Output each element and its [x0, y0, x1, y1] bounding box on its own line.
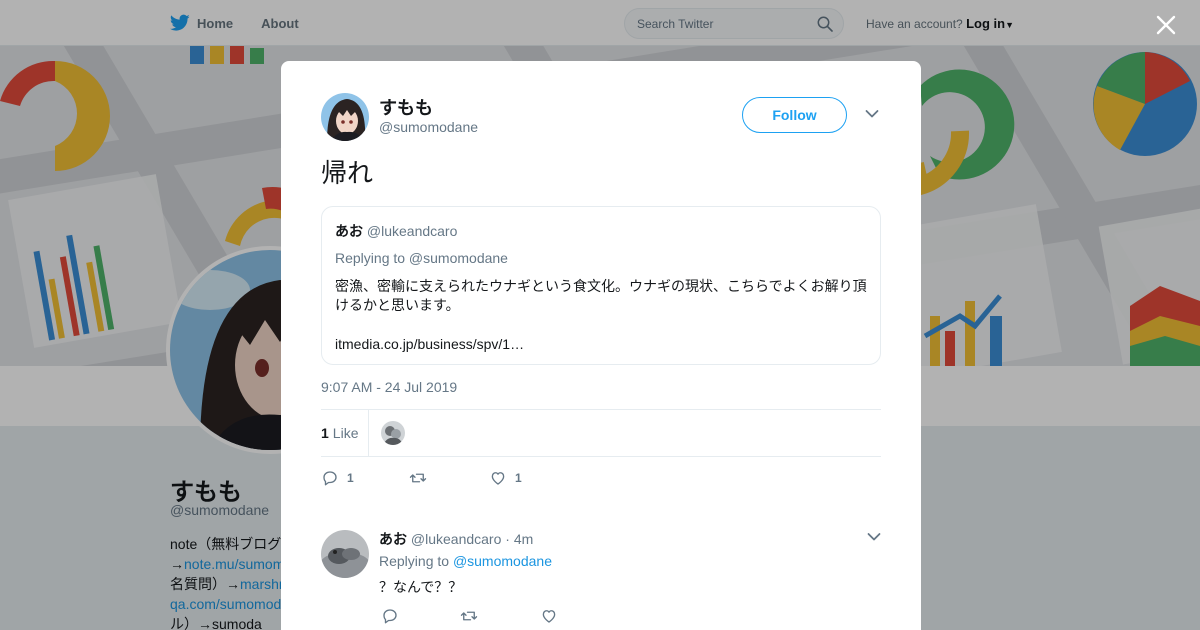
reply-count: 1 [347, 471, 354, 485]
tweet-text: 帰れ [321, 158, 374, 188]
reply-actions [381, 607, 558, 625]
reply-action[interactable]: 1 [321, 469, 409, 487]
retweet-icon [409, 473, 427, 483]
reply-text: ？なんで？？ [379, 579, 463, 595]
heart-icon[interactable] [540, 607, 558, 625]
retweet-action[interactable] [409, 469, 489, 487]
quoted-author-handle: @lukeandcaro [366, 223, 458, 239]
reply-time[interactable]: · 4m [505, 531, 533, 547]
tweet-stats: 1 Like [321, 409, 881, 457]
liker-avatar[interactable] [381, 421, 405, 445]
follow-button[interactable]: Follow [742, 97, 847, 133]
replying-prefix: Replying to [379, 553, 450, 569]
heart-icon [491, 472, 505, 485]
tweet-author-avatar[interactable] [321, 93, 369, 141]
tweet-author-handle[interactable]: @sumomodane [379, 119, 478, 135]
like-count: 1 [515, 471, 522, 485]
quoted-author-name: あお [335, 223, 363, 239]
reply-replying-to: Replying to @sumomodane [379, 553, 552, 569]
quoted-tweet[interactable]: あお @lukeandcaro Replying to @sumomodane … [321, 206, 881, 365]
likes-count[interactable]: 1 Like [321, 410, 369, 456]
tweet-author-name[interactable]: すもも [379, 94, 433, 120]
reply-author-name[interactable]: あお [379, 531, 407, 547]
quoted-tweet-link[interactable]: itmedia.co.jp/business/spv/1… [335, 336, 867, 352]
tweet-modal: すもも @sumomodane Follow 帰れ あお @lukeandcar… [281, 61, 921, 630]
chevron-down-icon[interactable] [867, 532, 881, 542]
quoted-tweet-header: あお @lukeandcaro [335, 221, 867, 241]
reply-header: あお @lukeandcaro · 4m [379, 529, 533, 549]
reply-author-handle[interactable]: @lukeandcaro [411, 531, 502, 547]
quoted-replying-to: Replying to @sumomodane [335, 250, 508, 266]
chevron-down-icon[interactable] [865, 109, 879, 119]
tweet-timestamp[interactable]: 9:07 AM - 24 Jul 2019 [321, 379, 457, 395]
reply-author-avatar[interactable] [321, 530, 369, 578]
reply-icon[interactable] [381, 607, 399, 625]
retweet-icon[interactable] [460, 607, 478, 625]
quoted-tweet-text: 密漁、密輸に支えられたウナギという食文化。ウナギの現状、こちらでよくお解り頂ける… [335, 278, 867, 313]
like-action[interactable]: 1 [489, 469, 549, 487]
likes-number: 1 [321, 425, 329, 441]
likes-label: Like [332, 425, 359, 441]
replying-handle-link[interactable]: @sumomodane [453, 553, 552, 569]
tweet-actions: 1 1 [321, 467, 549, 489]
reply-icon [323, 471, 337, 486]
close-icon[interactable] [1155, 14, 1177, 36]
